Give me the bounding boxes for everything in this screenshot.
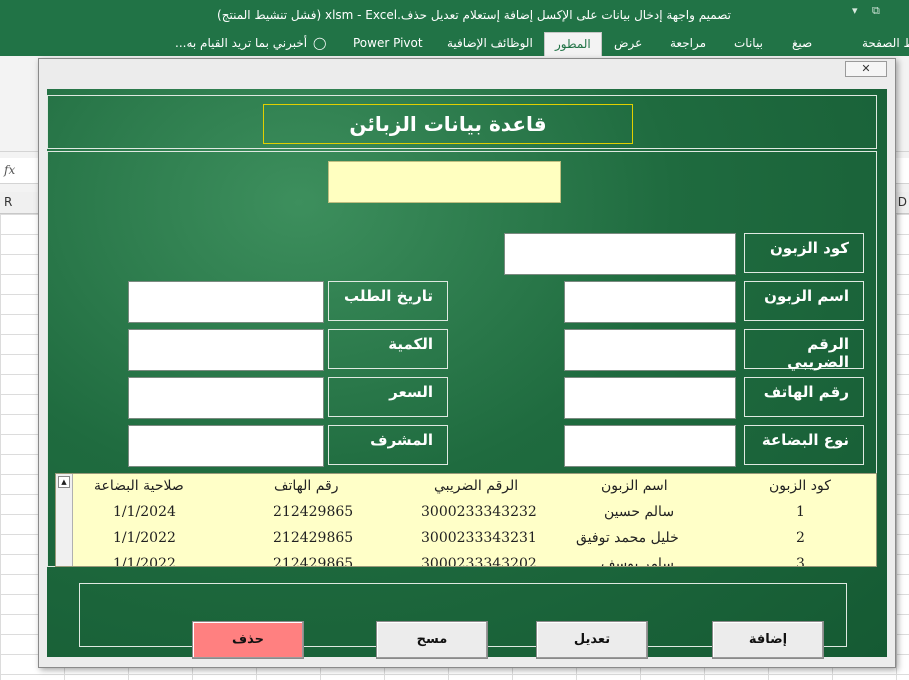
tab-formulas[interactable]: صيغ: [792, 36, 812, 50]
tax-number-input[interactable]: [564, 329, 736, 371]
list-header-tax-number: الرقم الضريبي: [434, 478, 519, 494]
label-customer-name: اسم الزبون: [744, 281, 864, 321]
list-cell[interactable]: 1/1/2024: [113, 504, 176, 520]
label-tax-number: الرقم الضريبي: [744, 329, 864, 371]
list-cell[interactable]: خليل محمد توفيق: [576, 530, 679, 546]
excel-title-bar: تصميم واجهة إدخال بيانات على الإكسل إضاف…: [0, 0, 909, 30]
tab-developer[interactable]: المطور: [544, 32, 602, 56]
delete-button[interactable]: حذف: [192, 621, 304, 659]
window-title: تصميم واجهة إدخال بيانات على الإكسل إضاف…: [217, 8, 731, 22]
tab-add-ins[interactable]: الوظائف الإضافية: [447, 36, 533, 50]
label-supervisor: المشرف: [328, 425, 448, 465]
list-cell[interactable]: سالم حسين: [604, 504, 674, 520]
label-customer-code: كود الزبون: [744, 233, 864, 273]
list-cell[interactable]: 212429865: [273, 556, 353, 566]
form-background: قاعدة بيانات الزبائن كود الزبون اسم الزب…: [47, 89, 887, 657]
tell-me-search[interactable]: أخبرني بما تريد القيام به...: [175, 36, 307, 50]
listbox-scrollbar[interactable]: ▲: [56, 474, 73, 566]
list-cell[interactable]: 3000233343232: [421, 504, 537, 520]
form-title: قاعدة بيانات الزبائن: [263, 104, 633, 144]
customer-database-form: ✕ قاعدة بيانات الزبائن كود الزبون اسم ال…: [38, 58, 896, 668]
label-phone-number: رقم الهاتف: [744, 377, 864, 417]
clear-button[interactable]: مسح: [376, 621, 488, 659]
list-cell[interactable]: سامر يوسف: [601, 556, 674, 566]
scroll-up-arrow-icon[interactable]: ▲: [58, 476, 70, 488]
label-quantity: الكمية: [328, 329, 448, 369]
ribbon-tabs: تخطيط الصفحة صيغ بيانات مراجعة عرض المطو…: [0, 30, 909, 56]
list-cell[interactable]: 3000233343202: [421, 556, 537, 566]
close-button[interactable]: ✕: [845, 61, 887, 77]
tab-power-pivot[interactable]: Power Pivot: [353, 36, 423, 50]
label-price: السعر: [328, 377, 448, 417]
quantity-input[interactable]: [128, 329, 324, 371]
lightbulb-icon: ◯: [313, 36, 327, 50]
supervisor-input[interactable]: [128, 425, 324, 467]
customer-name-input[interactable]: [564, 281, 736, 323]
edit-button[interactable]: تعديل: [536, 621, 648, 659]
quick-access-dropdown-icon[interactable]: ▾: [852, 4, 858, 17]
record-status-box: [328, 161, 561, 203]
list-header-phone: رقم الهاتف: [274, 478, 339, 494]
customers-listbox[interactable]: ▲ كود الزبون اسم الزبون الرقم الضريبي رق…: [55, 473, 877, 567]
list-header-customer-name: اسم الزبون: [601, 478, 668, 494]
list-cell[interactable]: 2: [796, 530, 805, 546]
restore-window-icon[interactable]: ⧉: [872, 4, 880, 18]
phone-number-input[interactable]: [564, 377, 736, 419]
label-order-date: تاريخ الطلب: [328, 281, 448, 321]
list-cell[interactable]: 1: [796, 504, 805, 520]
tab-review[interactable]: مراجعة: [670, 36, 706, 50]
list-header-expiry: صلاحية البضاعة: [94, 478, 184, 494]
customer-code-input[interactable]: [504, 233, 736, 275]
goods-type-input[interactable]: [564, 425, 736, 467]
list-cell[interactable]: 212429865: [273, 504, 353, 520]
list-cell[interactable]: 1/1/2022: [113, 556, 176, 566]
column-header-r[interactable]: R: [4, 195, 12, 209]
list-cell[interactable]: 1/1/2022: [113, 530, 176, 546]
label-goods-type: نوع البضاعة: [744, 425, 864, 465]
add-button[interactable]: إضافة: [712, 621, 824, 659]
list-header-customer-code: كود الزبون: [769, 478, 831, 494]
tab-view[interactable]: عرض: [614, 36, 642, 50]
tab-data[interactable]: بيانات: [734, 36, 763, 50]
list-cell[interactable]: 212429865: [273, 530, 353, 546]
list-cell[interactable]: 3: [796, 556, 805, 566]
price-input[interactable]: [128, 377, 324, 419]
order-date-input[interactable]: [128, 281, 324, 323]
tab-page-layout[interactable]: تخطيط الصفحة: [862, 36, 909, 50]
list-cell[interactable]: 3000233343231: [421, 530, 537, 546]
column-header-d[interactable]: D: [898, 195, 907, 209]
formula-fx-icon[interactable]: fx: [4, 163, 15, 177]
